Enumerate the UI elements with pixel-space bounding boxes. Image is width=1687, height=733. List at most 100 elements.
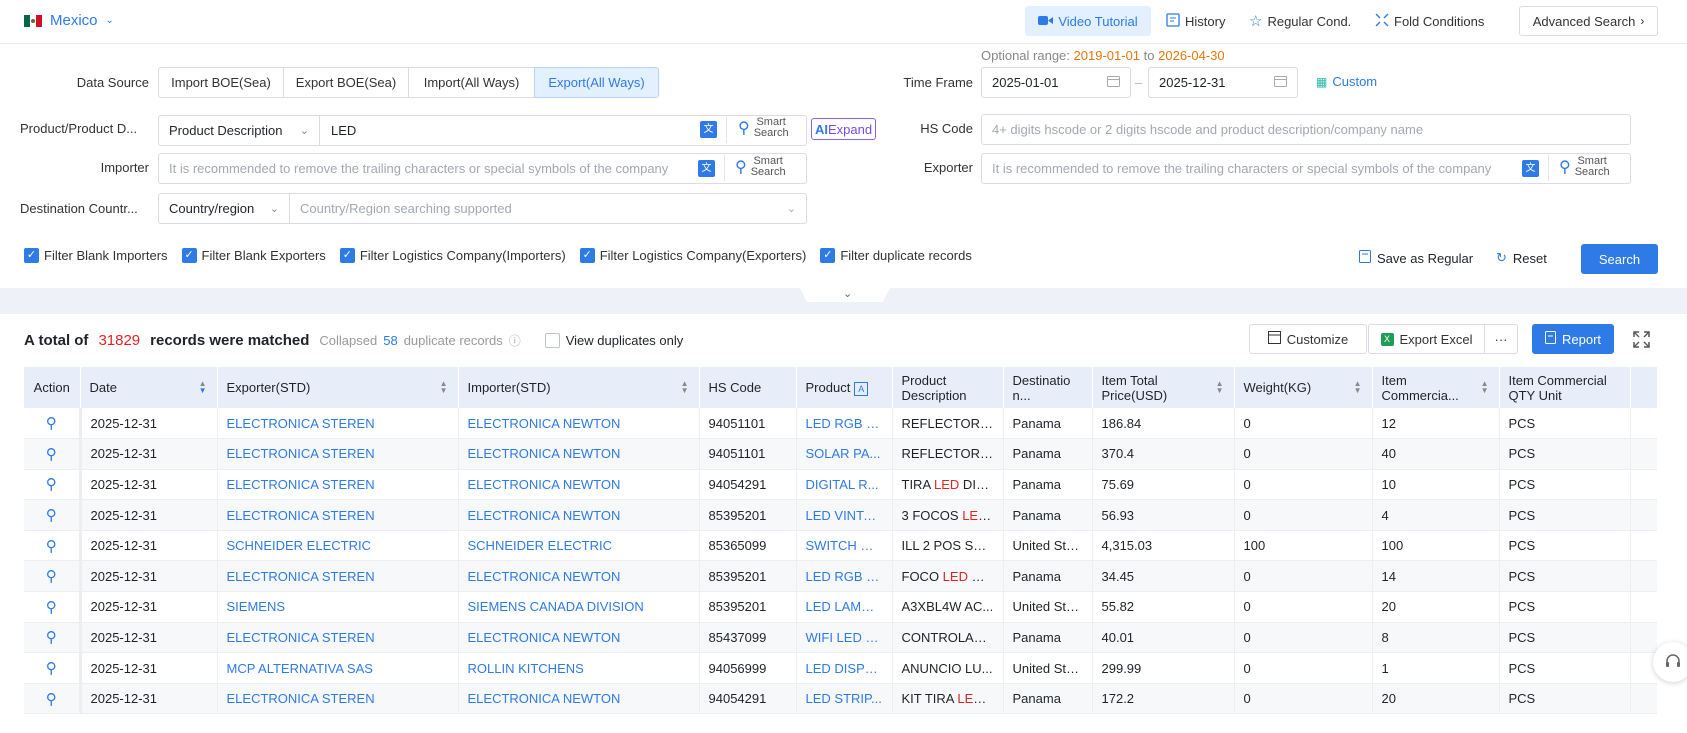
translate-icon[interactable]: A (854, 381, 869, 396)
importer-link[interactable]: ELECTRONICA NEWTON (458, 683, 700, 715)
history-button[interactable]: History (1166, 6, 1225, 36)
sort-icon[interactable]: ▲ ▼ (440, 380, 448, 395)
search-icon[interactable]: ⚲ (46, 599, 57, 616)
data-source-import-boe-sea[interactable]: Import BOE(Sea) (158, 67, 284, 98)
product-link[interactable]: LED RGB O... (796, 408, 893, 440)
column-header-item-total-price[interactable]: Item Total Price(USD) ▲ ▼ (1092, 367, 1235, 408)
product-link[interactable]: WIFI LED S... (796, 622, 893, 654)
exporter-link[interactable]: SCHNEIDER ELECTRIC (217, 530, 459, 562)
product-link[interactable]: LED LAMP ... (796, 591, 893, 623)
report-button[interactable]: Report (1532, 324, 1614, 354)
column-header-date[interactable]: Date ▲ ▼ (80, 367, 218, 408)
search-button[interactable]: Search (1581, 244, 1658, 274)
custom-range-button[interactable]: ▦ Custom (1316, 74, 1377, 89)
filter-logistics-importers[interactable]: ✓ Filter Logistics Company(Importers) (339, 248, 566, 263)
search-icon[interactable]: ⚲ (46, 660, 57, 677)
importer-link[interactable]: ELECTRONICA NEWTON (458, 438, 700, 470)
search-icon[interactable]: ⚲ (46, 507, 57, 524)
exporter-link[interactable]: ELECTRONICA STEREN (217, 683, 459, 715)
importer-link[interactable]: SCHNEIDER ELECTRIC (458, 530, 700, 562)
product-link[interactable]: DIGITAL R... (796, 469, 893, 501)
search-icon[interactable]: ⚲ (46, 476, 57, 493)
importer-link[interactable]: SIEMENS CANADA DIVISION (458, 591, 700, 623)
smart-search-button[interactable]: ⚲ Smart Search (738, 117, 789, 139)
spacer-cell (1630, 622, 1657, 654)
column-header-exporter[interactable]: Exporter(STD) ▲ ▼ (217, 367, 459, 408)
sort-icon[interactable]: ▲ ▼ (199, 380, 207, 395)
search-icon[interactable]: ⚲ (46, 446, 57, 463)
filter-blank-importers[interactable]: ✓ Filter Blank Importers (24, 248, 168, 263)
sort-icon[interactable]: ▲ ▼ (1481, 380, 1489, 395)
importer-link[interactable]: ELECTRONICA NEWTON (458, 622, 700, 654)
hs-code-input[interactable]: 4+ digits hscode or 2 digits hscode and … (981, 114, 1631, 145)
data-source-export-all-ways[interactable]: Export(All Ways) (534, 67, 659, 98)
reset-button[interactable]: ↻ Reset (1496, 250, 1547, 266)
importer-link[interactable]: ELECTRONICA NEWTON (458, 408, 700, 440)
product-link[interactable]: LED STRIP... (796, 683, 893, 715)
weight-cell: 0 (1234, 652, 1373, 684)
product-type-select[interactable]: Product Description ⌄ (158, 115, 320, 146)
exporter-link[interactable]: ELECTRONICA STEREN (217, 560, 459, 593)
importer-link[interactable]: ELECTRONICA NEWTON (458, 560, 700, 593)
regular-cond-button[interactable]: ☆ Regular Cond. (1249, 6, 1351, 36)
translate-icon[interactable]: 文 (1522, 160, 1539, 177)
more-options-button[interactable]: ··· (1484, 324, 1518, 354)
filter-logistics-exporters[interactable]: ✓ Filter Logistics Company(Exporters) (579, 248, 806, 263)
ai-expand-button[interactable]: AI Expand (811, 118, 876, 140)
search-icon[interactable]: ⚲ (46, 629, 57, 646)
country-selector[interactable]: Mexico ⌄ (24, 12, 114, 29)
time-end-input[interactable]: 2025-12-31 (1148, 67, 1298, 98)
exporter-link[interactable]: ELECTRONICA STEREN (217, 469, 459, 501)
fullscreen-icon[interactable] (1633, 331, 1650, 351)
export-excel-button[interactable]: X Export Excel (1368, 324, 1485, 354)
exporter-smart-search-button[interactable]: ⚲ Smart Search (1559, 156, 1610, 178)
translate-icon[interactable]: 文 (700, 121, 717, 138)
column-header-weight[interactable]: Weight(KG) ▲ ▼ (1234, 367, 1373, 408)
product-link[interactable]: SOLAR PA... (796, 438, 893, 470)
fold-conditions-button[interactable]: Fold Conditions (1375, 6, 1484, 36)
search-icon[interactable]: ⚲ (46, 538, 57, 555)
view-duplicates-checkbox[interactable] (544, 333, 560, 348)
exporter-link[interactable]: ELECTRONICA STEREN (217, 438, 459, 470)
column-header-importer[interactable]: Importer(STD) ▲ ▼ (458, 367, 700, 408)
video-tutorial-button[interactable]: Video Tutorial (1025, 6, 1151, 36)
translate-icon[interactable]: 文 (698, 160, 715, 177)
destination-input[interactable]: Country/Region searching supported ⌄ (289, 193, 807, 224)
exporter-link[interactable]: SIEMENS (217, 591, 459, 623)
exporter-link[interactable]: ELECTRONICA STEREN (217, 408, 459, 440)
action-cell: ⚲ (24, 438, 82, 470)
product-link[interactable]: SWITCH W... (796, 530, 893, 562)
exporter-link[interactable]: ELECTRONICA STEREN (217, 622, 459, 654)
sort-icon[interactable]: ▲ ▼ (681, 380, 689, 395)
time-start-input[interactable]: 2025-01-01 (981, 67, 1131, 98)
product-link[interactable]: LED RGB D... (796, 560, 893, 593)
product-search-input[interactable]: LED (319, 115, 807, 146)
search-icon[interactable]: ⚲ (46, 568, 57, 585)
data-source-export-boe-sea[interactable]: Export BOE(Sea) (283, 67, 409, 98)
advanced-search-button[interactable]: Advanced Search › (1519, 6, 1658, 36)
save-as-regular-button[interactable]: Save as Regular (1359, 250, 1473, 266)
filter-duplicate-records[interactable]: ✓ Filter duplicate records (820, 248, 972, 263)
exporter-link[interactable]: MCP ALTERNATIVA SAS (217, 652, 459, 684)
customize-button[interactable]: Customize (1249, 324, 1367, 354)
search-icon[interactable]: ⚲ (46, 415, 57, 432)
column-header-item-commercial[interactable]: Item Commercia... ▲ ▼ (1372, 367, 1500, 408)
sort-icon[interactable]: ▲ ▼ (1354, 380, 1362, 395)
data-source-import-all-ways[interactable]: Import(All Ways) (408, 67, 535, 98)
exporter-link[interactable]: ELECTRONICA STEREN (217, 499, 459, 531)
quantity-cell: 1 (1372, 652, 1500, 684)
product-link[interactable]: LED VINTA... (796, 499, 893, 531)
support-headset-icon[interactable] (1653, 642, 1687, 682)
product-link[interactable]: LED DISPL... (796, 652, 893, 684)
importer-link[interactable]: ELECTRONICA NEWTON (458, 499, 700, 531)
description-cell: ILL 2 POS SEL... (892, 530, 1004, 562)
chevron-down-icon[interactable]: ⌄ (843, 287, 852, 300)
importer-link[interactable]: ROLLIN KITCHENS (458, 652, 700, 684)
importer-smart-search-button[interactable]: ⚲ Smart Search (735, 156, 786, 178)
filter-blank-exporters[interactable]: ✓ Filter Blank Exporters (181, 248, 326, 263)
importer-link[interactable]: ELECTRONICA NEWTON (458, 469, 700, 501)
destination-type-select[interactable]: Country/region ⌄ (158, 193, 290, 224)
sort-icon[interactable]: ▲ ▼ (1216, 380, 1224, 395)
action-cell: ⚲ (24, 499, 82, 531)
search-icon[interactable]: ⚲ (46, 691, 57, 708)
